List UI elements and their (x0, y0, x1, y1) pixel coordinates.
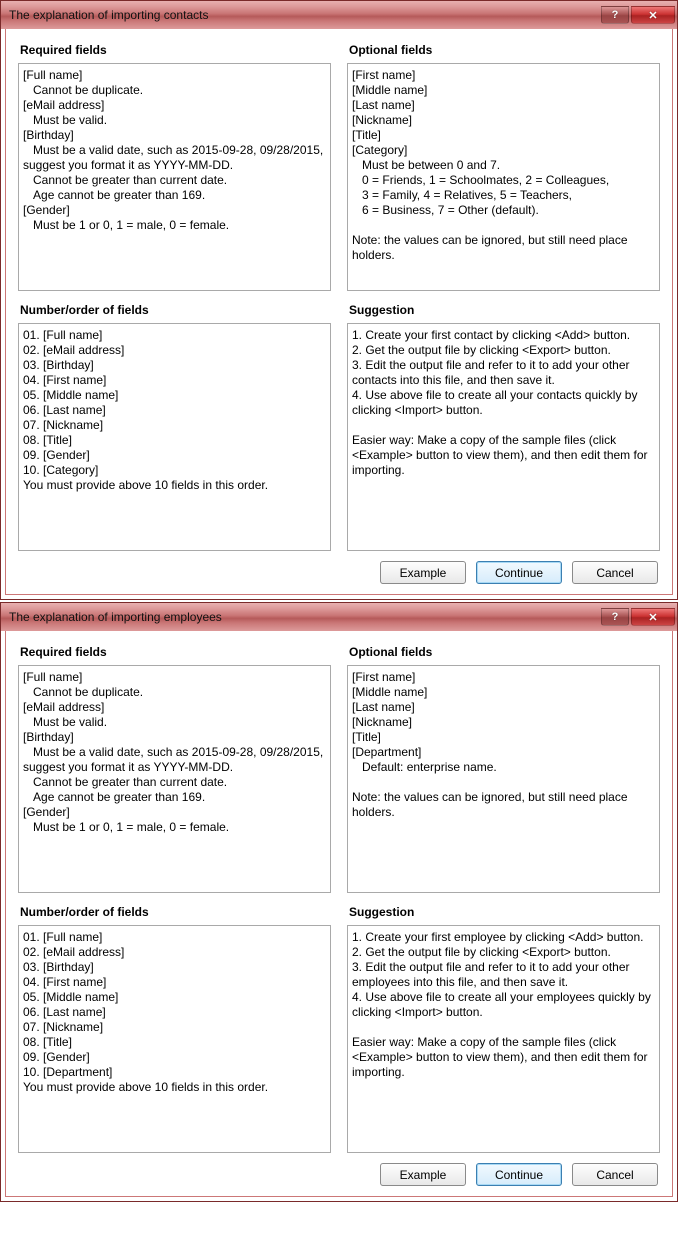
close-button[interactable]: ✕ (631, 608, 675, 626)
order-fields-label: Number/order of fields (20, 303, 331, 317)
example-button[interactable]: Example (380, 561, 466, 584)
order-fields-text[interactable]: 01. [Full name] 02. [eMail address] 03. … (18, 323, 331, 551)
titlebar[interactable]: The explanation of importing contacts ? … (1, 1, 677, 29)
dialog-import-contacts: The explanation of importing contacts ? … (0, 0, 678, 600)
help-button[interactable]: ? (601, 608, 629, 626)
dialog-import-employees: The explanation of importing employees ?… (0, 602, 678, 1202)
window-title: The explanation of importing employees (9, 610, 599, 624)
close-button[interactable]: ✕ (631, 6, 675, 24)
help-icon: ? (612, 9, 619, 21)
suggestion-label: Suggestion (349, 303, 660, 317)
required-fields-text[interactable]: [Full name] Cannot be duplicate. [eMail … (18, 63, 331, 291)
help-button[interactable]: ? (601, 6, 629, 24)
required-fields-text[interactable]: [Full name] Cannot be duplicate. [eMail … (18, 665, 331, 893)
close-icon: ✕ (648, 9, 657, 22)
required-fields-label: Required fields (20, 645, 331, 659)
dialog-buttons: Example Continue Cancel (18, 561, 660, 584)
suggestion-text[interactable]: 1. Create your first employee by clickin… (347, 925, 660, 1153)
optional-fields-label: Optional fields (349, 645, 660, 659)
dialog-buttons: Example Continue Cancel (18, 1163, 660, 1186)
close-icon: ✕ (648, 611, 657, 624)
suggestion-label: Suggestion (349, 905, 660, 919)
help-icon: ? (612, 611, 619, 623)
dialog-body: Required fields [Full name] Cannot be du… (5, 631, 673, 1197)
continue-button[interactable]: Continue (476, 561, 562, 584)
suggestion-text[interactable]: 1. Create your first contact by clicking… (347, 323, 660, 551)
cancel-button[interactable]: Cancel (572, 1163, 658, 1186)
window-controls: ? ✕ (599, 608, 675, 626)
continue-button[interactable]: Continue (476, 1163, 562, 1186)
optional-fields-text[interactable]: [First name] [Middle name] [Last name] [… (347, 63, 660, 291)
order-fields-label: Number/order of fields (20, 905, 331, 919)
required-fields-label: Required fields (20, 43, 331, 57)
order-fields-text[interactable]: 01. [Full name] 02. [eMail address] 03. … (18, 925, 331, 1153)
titlebar[interactable]: The explanation of importing employees ?… (1, 603, 677, 631)
optional-fields-text[interactable]: [First name] [Middle name] [Last name] [… (347, 665, 660, 893)
window-controls: ? ✕ (599, 6, 675, 24)
cancel-button[interactable]: Cancel (572, 561, 658, 584)
window-title: The explanation of importing contacts (9, 8, 599, 22)
optional-fields-label: Optional fields (349, 43, 660, 57)
example-button[interactable]: Example (380, 1163, 466, 1186)
dialog-body: Required fields [Full name] Cannot be du… (5, 29, 673, 595)
